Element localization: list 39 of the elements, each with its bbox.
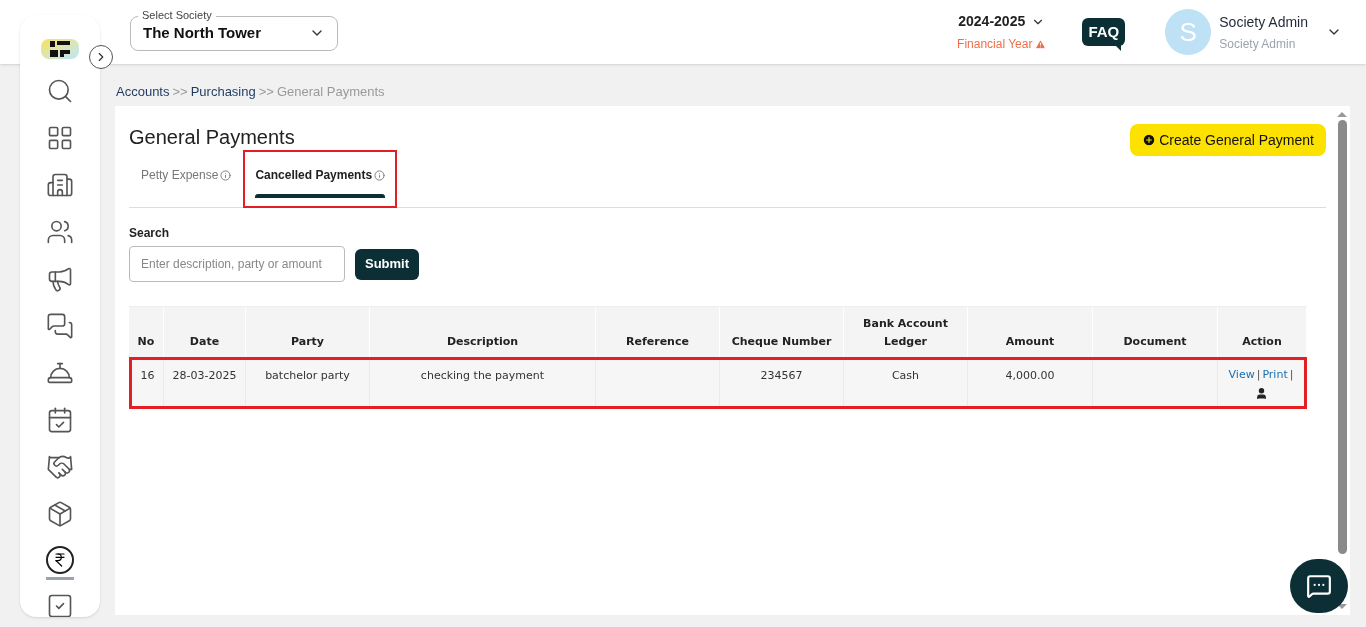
breadcrumb-separator: >> xyxy=(172,83,188,102)
breadcrumb-link[interactable]: Accounts xyxy=(116,82,170,102)
scrollbar[interactable] xyxy=(1334,106,1350,615)
app-logo[interactable] xyxy=(41,39,79,59)
table-cell: 28-03-2025 xyxy=(164,360,246,406)
breadcrumb-separator: >> xyxy=(258,83,274,102)
chat-icon xyxy=(1306,573,1332,599)
society-select-label: Select Society xyxy=(138,9,216,21)
financial-year-caption: Financial Year xyxy=(957,35,1047,53)
submit-button[interactable]: Submit xyxy=(355,248,420,280)
table-cell: 234567 xyxy=(720,360,844,406)
table-cell: 16 xyxy=(132,360,164,406)
search-label: Search xyxy=(129,225,171,242)
person-icon[interactable] xyxy=(1254,386,1268,400)
action-link[interactable]: Print xyxy=(1262,367,1288,384)
info-icon xyxy=(374,169,386,181)
tab[interactable]: Cancelled Payments xyxy=(243,150,398,208)
action-separator: | xyxy=(1289,367,1294,383)
plus-icon xyxy=(1142,133,1157,147)
page-title: General Payments xyxy=(129,125,295,150)
year-select[interactable]: 2024-2025 xyxy=(958,11,1046,32)
chat-icon xyxy=(45,311,75,341)
info-icon xyxy=(220,169,232,181)
user-name: Society Admin xyxy=(1219,12,1308,32)
table-cell: 4,000.00 xyxy=(968,360,1093,406)
society-name: The North Tower xyxy=(143,22,262,43)
create-payment-button[interactable]: Create General Payment xyxy=(1130,124,1326,156)
action-link[interactable]: View xyxy=(1228,367,1255,384)
table-cell: Cash xyxy=(844,360,968,406)
rupee-icon xyxy=(46,546,74,574)
action-separator: | xyxy=(1256,367,1261,383)
tab[interactable]: Petty Expense xyxy=(129,150,244,208)
user-role: Society Admin xyxy=(1219,35,1297,53)
handshake-icon xyxy=(45,452,75,482)
sidebar-item[interactable] xyxy=(46,546,74,580)
table-cell: batchelor party xyxy=(246,360,370,406)
breadcrumb-link[interactable]: Purchasing xyxy=(190,82,256,102)
table-cell: checking the payment xyxy=(370,360,596,406)
search-field[interactable]: Enter description, party or amount xyxy=(129,246,345,282)
